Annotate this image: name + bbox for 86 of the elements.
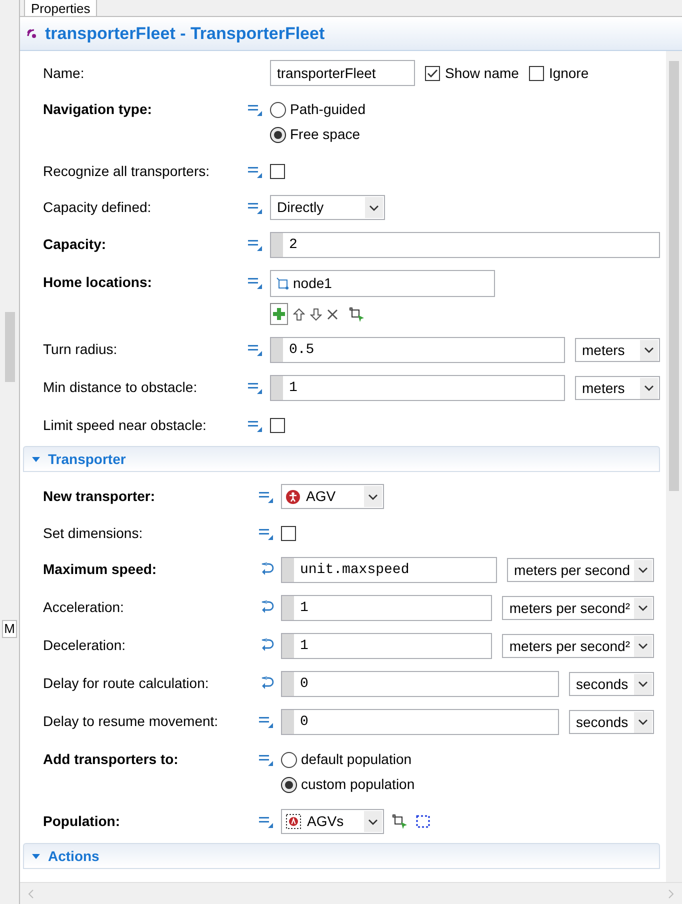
vertical-scrollbar[interactable] (666, 51, 682, 882)
code-input-field[interactable]: unit.maxspeed (281, 557, 498, 583)
radio-button[interactable] (270, 102, 286, 118)
panel-tab-fragment[interactable]: M (2, 620, 17, 638)
field-label: Delay to resume movement: (43, 712, 220, 731)
code-input-field[interactable]: 2 (270, 232, 660, 258)
static-value-icon[interactable] (258, 752, 274, 766)
static-value-icon[interactable] (247, 342, 263, 356)
static-value-icon[interactable] (247, 275, 263, 289)
static-value-icon[interactable] (258, 714, 274, 728)
checkbox[interactable] (270, 418, 285, 432)
field-label: Population: (43, 812, 121, 831)
select-object-icon[interactable] (392, 814, 408, 829)
radio-button[interactable] (281, 776, 297, 792)
static-value-icon[interactable] (247, 200, 263, 214)
section-header[interactable]: Transporter (23, 446, 660, 472)
field-label: Name: (43, 64, 86, 82)
scrollbar-thumb[interactable] (4, 312, 14, 382)
field-label: Limit speed near obstacle: (43, 416, 208, 435)
field-label: Min distance to obstacle: (43, 378, 198, 397)
checkbox[interactable] (270, 164, 285, 178)
name-input-field[interactable]: transporterFleet (270, 60, 415, 86)
static-value-icon[interactable] (247, 237, 263, 251)
static-value-icon[interactable] (258, 489, 274, 503)
static-value-icon[interactable] (247, 380, 263, 394)
dropdown[interactable]: Directly (270, 195, 385, 220)
field-label: Navigation type: (43, 100, 153, 119)
add-button[interactable] (270, 303, 288, 325)
checkbox-label[interactable]: Show name (445, 62, 519, 84)
expand-triangle-icon (32, 456, 40, 462)
field-label: Acceleration: (43, 598, 125, 617)
up-arrow-icon[interactable] (293, 308, 305, 320)
unit-dropdown[interactable]: meters per second² (502, 634, 654, 658)
checkbox[interactable] (528, 66, 544, 80)
field-label: Capacity: (43, 235, 108, 254)
agent-icon (286, 490, 300, 504)
field-label: Home locations: (43, 273, 153, 292)
radio-label[interactable]: custom population (301, 774, 415, 795)
radio-label[interactable]: Path-guided (290, 99, 366, 120)
static-value-icon[interactable] (258, 526, 274, 540)
field-label: Deceleration: (43, 636, 126, 655)
code-input-field[interactable]: 0 (281, 709, 559, 735)
radio-button[interactable] (270, 126, 286, 142)
section-header[interactable]: Actions (23, 843, 660, 869)
static-value-icon[interactable] (247, 418, 263, 432)
unit-dropdown[interactable]: meters (575, 376, 660, 400)
code-input-field[interactable]: 0 (281, 671, 559, 697)
unit-dropdown[interactable]: seconds (569, 672, 654, 696)
field-label: Add transporters to: (43, 750, 180, 769)
code-input-field[interactable]: 1 (270, 375, 565, 401)
delete-icon[interactable] (327, 308, 338, 320)
field-label: Turn radius: (43, 340, 118, 359)
expand-triangle-icon (32, 854, 40, 858)
radio-button[interactable] (281, 752, 297, 768)
node-icon (276, 276, 290, 290)
field-label: Delay for route calculation: (43, 674, 210, 693)
radio-label[interactable]: Free space (290, 124, 360, 145)
code-input-field[interactable]: 1 (281, 633, 492, 659)
select-object-icon[interactable] (349, 306, 365, 322)
code-input-field[interactable]: 1 (281, 595, 492, 621)
list-item[interactable]: node1 (270, 270, 495, 297)
field-label: Capacity defined: (43, 198, 152, 217)
unit-dropdown[interactable]: seconds (569, 710, 654, 734)
code-input-field[interactable]: 0.5 (270, 337, 565, 363)
field-label: Set dimensions: (43, 524, 144, 543)
static-value-icon[interactable] (247, 164, 263, 178)
static-value-icon[interactable] (258, 814, 274, 828)
object-title: transporterFleet - TransporterFleet (45, 22, 325, 45)
fleet-icon (26, 28, 39, 40)
checkbox-label[interactable]: Ignore (548, 62, 589, 84)
unit-dropdown[interactable]: meters (575, 338, 660, 362)
down-arrow-icon[interactable] (310, 308, 322, 320)
properties-tab[interactable]: Properties (24, 0, 98, 16)
radio-label[interactable]: default population (301, 749, 412, 770)
field-label: Recognize all transporters: (43, 162, 211, 181)
static-value-icon[interactable] (247, 102, 263, 116)
selection-icon[interactable] (416, 815, 430, 828)
checkbox[interactable] (281, 526, 296, 540)
population-icon (286, 814, 301, 829)
dropdown[interactable]: AGV (281, 484, 384, 509)
unit-dropdown[interactable]: meters per second² (502, 596, 654, 620)
unit-dropdown[interactable]: meters per second (507, 558, 654, 582)
field-label: Maximum speed: (43, 560, 158, 579)
checkbox[interactable] (425, 66, 440, 80)
dropdown[interactable]: AGVs (281, 809, 384, 834)
field-label: New transporter: (43, 487, 156, 506)
